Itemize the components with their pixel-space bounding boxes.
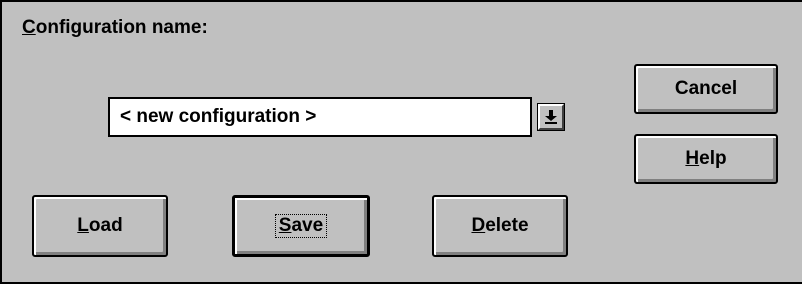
window-edge	[802, 0, 811, 284]
help-mnemonic: H	[685, 148, 700, 169]
configuration-name-value: < new configuration >	[120, 106, 317, 127]
dropdown-arrow-icon	[545, 110, 557, 124]
label-text-rest: onfiguration name:	[35, 17, 208, 38]
help-button-label: Help	[685, 148, 726, 170]
save-label-rest: ave	[291, 215, 324, 236]
save-button-label: Save	[274, 214, 328, 238]
delete-button-label: Delete	[471, 215, 528, 237]
save-mnemonic: S	[278, 215, 292, 236]
configuration-dialog: Configuration name: < new configuration …	[0, 0, 811, 284]
label-mnemonic: C	[22, 17, 36, 38]
cancel-button[interactable]: Cancel	[634, 64, 778, 114]
delete-button[interactable]: Delete	[432, 195, 568, 257]
configuration-name-combobox[interactable]: < new configuration >	[108, 97, 532, 137]
save-button[interactable]: Save	[232, 195, 370, 257]
delete-label-rest: elete	[485, 215, 529, 236]
load-button[interactable]: Load	[32, 195, 168, 257]
load-button-label: Load	[77, 215, 122, 237]
help-label-rest: elp	[699, 148, 727, 169]
configuration-name-label: Configuration name:	[22, 17, 208, 39]
load-mnemonic: L	[77, 215, 89, 236]
dropdown-button[interactable]	[537, 103, 565, 131]
help-button[interactable]: Help	[634, 134, 778, 184]
cancel-button-label: Cancel	[674, 78, 738, 99]
delete-mnemonic: D	[471, 215, 486, 236]
load-label-rest: oad	[88, 215, 123, 236]
